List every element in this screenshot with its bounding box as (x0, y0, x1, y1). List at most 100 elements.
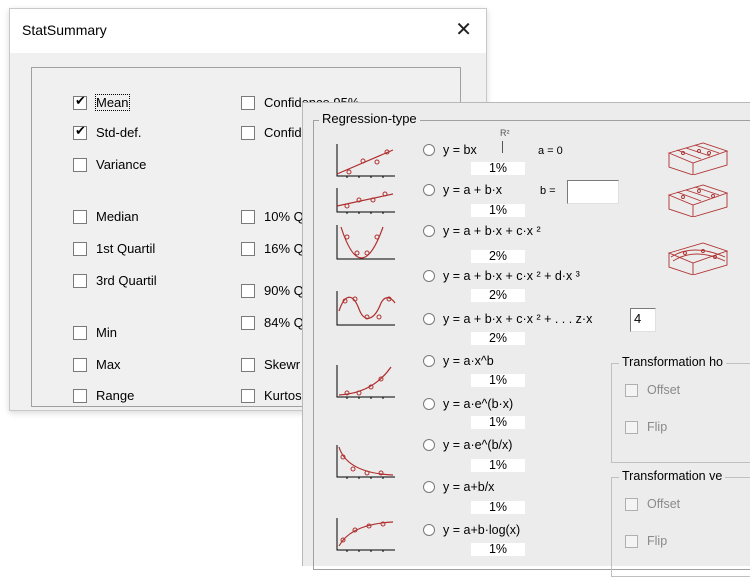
transformation-horizontal-title: Transformation ho (619, 355, 726, 369)
b-label: b = (540, 185, 556, 197)
checkbox-box[interactable] (73, 273, 87, 288)
checkbox-label: Std-def. (96, 125, 142, 140)
checkbox-mean[interactable]: Mean (73, 94, 130, 111)
checkbox-v-flip[interactable]: Flip (625, 534, 667, 548)
checkbox-box[interactable] (241, 283, 255, 298)
checkbox-label: Mean (95, 94, 130, 111)
radio-circle[interactable] (423, 398, 435, 410)
percent-value: 1% (471, 204, 525, 217)
checkbox-variance[interactable]: Variance (73, 157, 146, 172)
radio-quadratic[interactable]: y = a + b·x + c·x ² (423, 224, 541, 238)
checkbox-label: Kurtos (264, 388, 302, 403)
checkbox-label: Confid (264, 125, 302, 140)
radio-circle[interactable] (423, 524, 435, 536)
checkbox-box[interactable] (241, 125, 255, 140)
percent-value: 1% (471, 416, 525, 429)
checkbox-range[interactable]: Range (73, 388, 134, 403)
radio-exp-reciprocal[interactable]: y = a·e^(b/x) (423, 438, 512, 452)
linear-origin-curve-icon (333, 142, 397, 180)
checkbox-label: Offset (647, 383, 681, 397)
radio-linear[interactable]: y = a + b·x (423, 183, 502, 197)
checkbox-1st-quartil[interactable]: 1st Quartil (73, 241, 155, 256)
checkbox-box[interactable] (241, 388, 255, 403)
radio-circle[interactable] (423, 439, 435, 451)
checkbox-box[interactable] (241, 357, 255, 372)
checkbox-min[interactable]: Min (73, 325, 117, 340)
checkbox-box[interactable] (73, 241, 87, 256)
regression-window: Regression-type y = bx 1% R² a = 0 y = a… (302, 102, 750, 577)
checkbox-box[interactable] (241, 95, 255, 110)
formula-label: y = bx (443, 143, 477, 157)
checkbox-label: Range (96, 388, 135, 403)
formula-label: y = a + b·x + c·x ² (443, 224, 541, 238)
checkbox-3rd-quartil[interactable]: 3rd Quartil (73, 273, 157, 288)
formula-label: y = a+b·log(x) (443, 523, 521, 537)
checkbox-box[interactable] (625, 383, 638, 397)
radio-circle[interactable] (423, 144, 435, 156)
checkbox-h-offset[interactable]: Offset (625, 383, 680, 397)
radio-circle[interactable] (423, 184, 435, 196)
checkbox-confidence-2[interactable]: Confid (241, 125, 302, 140)
3d-plot-icon (663, 179, 731, 218)
checkbox-h-flip[interactable]: Flip (625, 420, 667, 434)
title-bar: StatSummary ✕ (10, 9, 486, 53)
checkbox-label: Flip (647, 420, 668, 434)
checkbox-box[interactable] (73, 357, 87, 372)
radio-power[interactable]: y = a·x^b (423, 354, 494, 368)
checkbox-90-quantile[interactable]: 90% Q (241, 283, 304, 298)
radio-circle[interactable] (423, 313, 435, 325)
checkbox-median[interactable]: Median (73, 209, 139, 224)
checkbox-label: 1st Quartil (96, 241, 156, 256)
b-value-input[interactable] (567, 180, 619, 204)
a-zero-label: a = 0 (538, 145, 563, 157)
radio-logarithmic[interactable]: y = a+b·log(x) (423, 523, 520, 537)
poly-degree-input[interactable]: 4 (630, 308, 656, 332)
radio-circle[interactable] (423, 355, 435, 367)
radio-reciprocal[interactable]: y = a+b/x (423, 480, 494, 494)
regression-type-title: Regression-type (319, 111, 420, 126)
checkbox-label: Min (96, 325, 117, 340)
radio-linear-origin[interactable]: y = bx (423, 143, 477, 157)
checkbox-box[interactable] (625, 534, 638, 548)
checkbox-std-def[interactable]: Std-def. (73, 124, 142, 140)
formula-label: y = a·e^(b·x) (443, 397, 514, 411)
radio-polynomial[interactable]: y = a + b·x + c·x ² + . . . z·x (423, 312, 592, 326)
percent-value: 2% (471, 250, 525, 263)
checkbox-box[interactable] (241, 315, 255, 330)
quadratic-curve-icon (333, 223, 397, 261)
checkbox-box[interactable] (625, 420, 638, 434)
radio-exponential[interactable]: y = a·e^(b·x) (423, 397, 513, 411)
checkbox-box[interactable] (73, 124, 87, 140)
radio-circle[interactable] (423, 270, 435, 282)
3d-plot-icon (663, 237, 731, 276)
checkbox-max[interactable]: Max (73, 357, 121, 372)
checkbox-10-quantile[interactable]: 10% Q (241, 209, 304, 224)
transformation-vertical-title: Transformation ve (619, 469, 726, 483)
checkbox-box[interactable] (625, 497, 638, 511)
checkbox-v-offset[interactable]: Offset (625, 497, 680, 511)
3d-plot-icon (663, 137, 731, 176)
polynomial-curve-icon (333, 289, 397, 327)
checkbox-box[interactable] (241, 241, 255, 256)
checkbox-box[interactable] (73, 325, 87, 340)
percent-value: 1% (471, 374, 525, 387)
checkbox-label: Median (96, 209, 139, 224)
checkbox-label: Flip (647, 534, 668, 548)
close-icon[interactable]: ✕ (455, 17, 472, 42)
formula-label: y = a·x^b (443, 354, 494, 368)
checkbox-skewness[interactable]: Skewr (241, 357, 300, 372)
checkbox-label: 84% Q (264, 315, 304, 330)
radio-circle[interactable] (423, 481, 435, 493)
radio-circle[interactable] (423, 225, 435, 237)
formula-label: y = a + b·x + c·x ² + . . . z·x (443, 312, 593, 326)
formula-label: y = a·e^(b/x) (443, 438, 513, 452)
checkbox-kurtosis[interactable]: Kurtos (241, 388, 302, 403)
checkbox-box[interactable] (241, 209, 255, 224)
radio-cubic[interactable]: y = a + b·x + c·x ² + d·x ³ (423, 269, 580, 283)
checkbox-84-quantile[interactable]: 84% Q (241, 315, 304, 330)
checkbox-box[interactable] (73, 157, 87, 172)
checkbox-box[interactable] (73, 388, 87, 403)
checkbox-box[interactable] (73, 209, 87, 224)
checkbox-box[interactable] (73, 94, 87, 110)
checkbox-16-quantile[interactable]: 16% Q (241, 241, 304, 256)
